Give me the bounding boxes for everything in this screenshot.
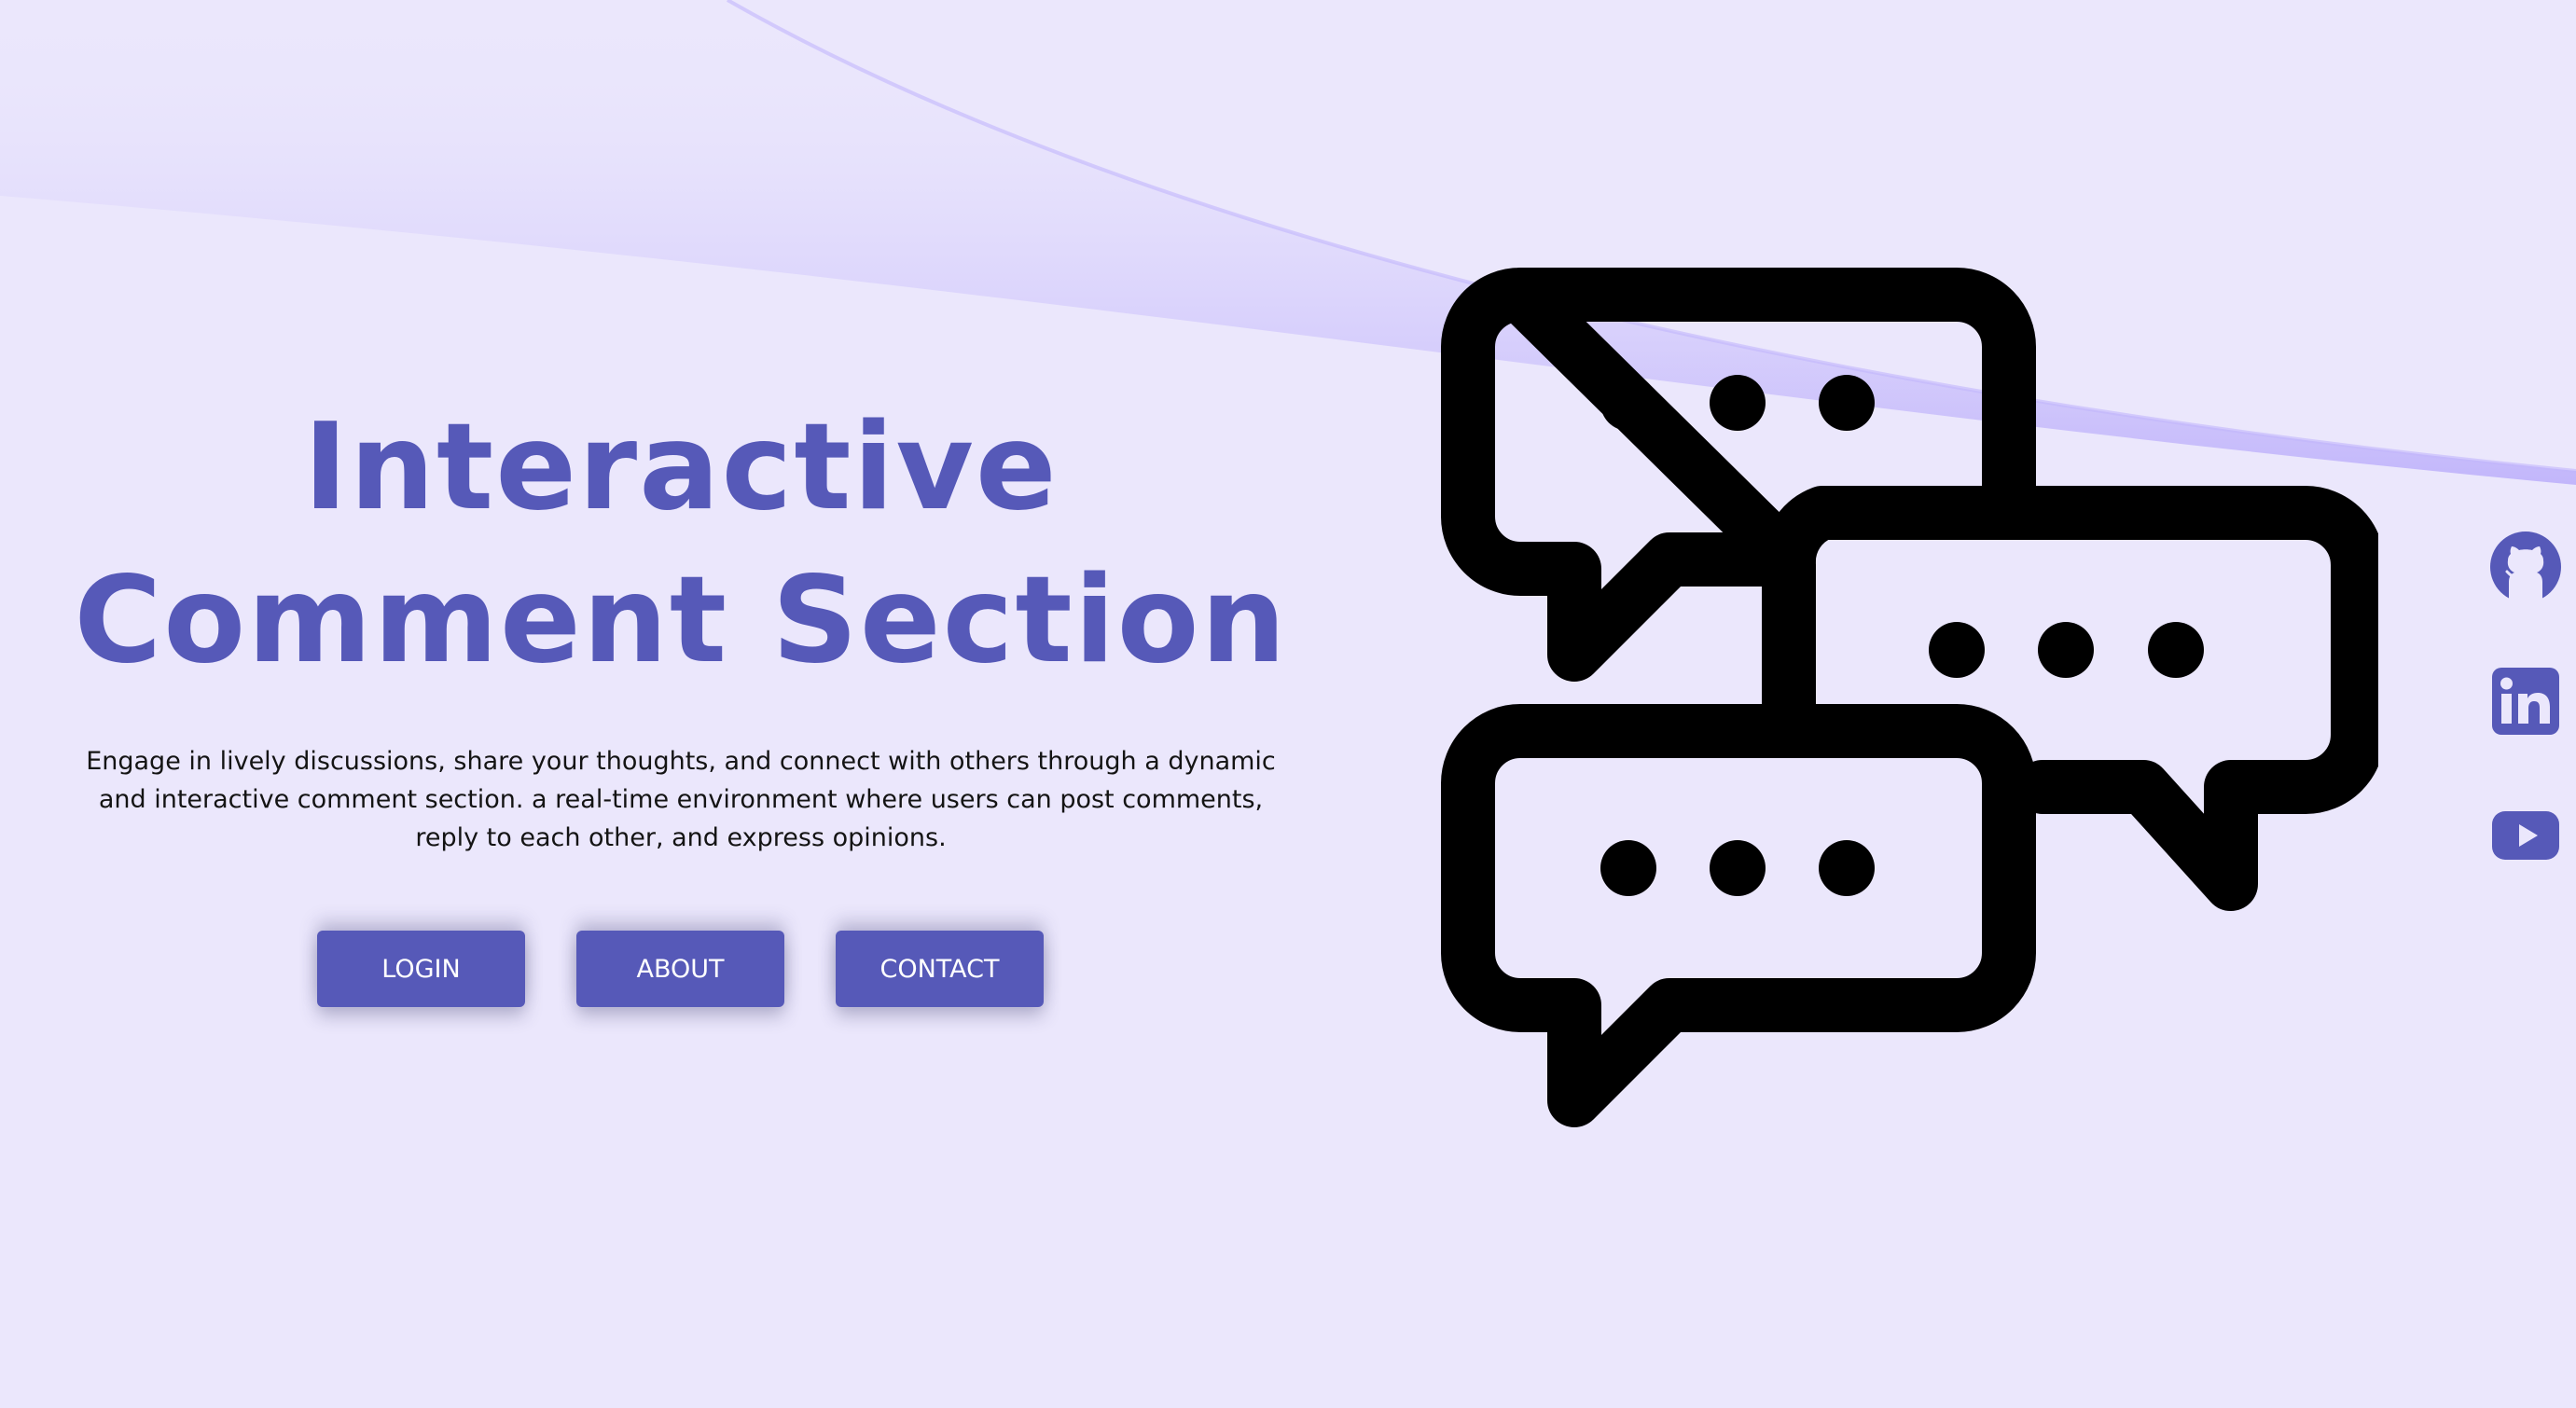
github-link[interactable] (2488, 530, 2563, 604)
title-line-1: Interactive (303, 398, 1059, 537)
login-button[interactable]: LOGIN (317, 931, 525, 1007)
about-button[interactable]: ABOUT (576, 931, 784, 1007)
github-icon (2490, 531, 2561, 602)
linkedin-link[interactable] (2488, 664, 2563, 739)
hero-description: Engage in lively discussions, share your… (86, 747, 1276, 852)
youtube-icon (2492, 811, 2559, 860)
hero-section: Interactive Comment Section Engage in li… (0, 392, 1362, 857)
linkedin-icon (2492, 668, 2559, 735)
contact-button[interactable]: CONTACT (836, 931, 1044, 1007)
title-line-2: Comment Section (74, 551, 1288, 690)
youtube-link[interactable] (2488, 798, 2563, 873)
chat-bubbles-icon (1441, 268, 2378, 1127)
page-title: Interactive Comment Section (0, 392, 1362, 697)
button-row: LOGIN ABOUT CONTACT (317, 931, 1044, 1007)
